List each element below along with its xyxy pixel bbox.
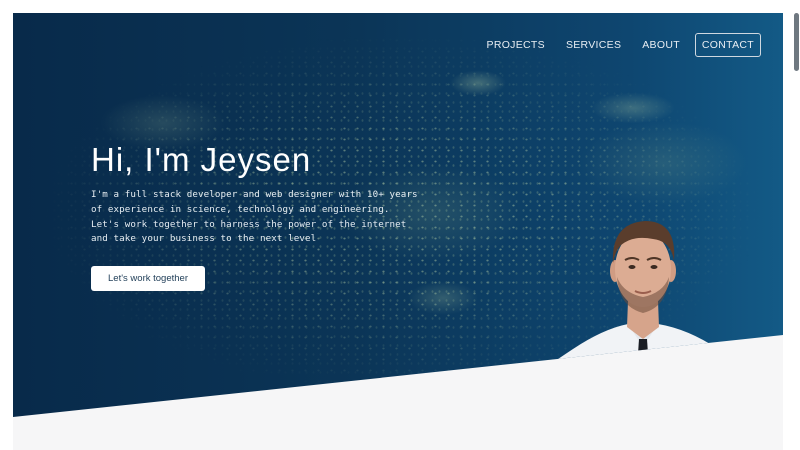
- profile-photo: [543, 221, 743, 369]
- nav-about[interactable]: ABOUT: [642, 39, 680, 51]
- nav-projects[interactable]: PROJECTS: [487, 39, 545, 51]
- nav-contact-button[interactable]: CONTACT: [694, 33, 761, 57]
- nav-services[interactable]: SERVICES: [566, 39, 621, 51]
- hero-heading: Hi, I'm Jeysen: [91, 141, 312, 178]
- page: PROJECTS SERVICES ABOUT CONTACT Hi, I'm …: [13, 13, 783, 450]
- page-scrollbar[interactable]: [794, 13, 799, 71]
- work-together-button[interactable]: Let's work together: [91, 266, 205, 291]
- hero-intro: I'm a full stack developer and web desig…: [91, 189, 418, 245]
- top-nav: PROJECTS SERVICES ABOUT CONTACT: [466, 33, 761, 57]
- hero-section: PROJECTS SERVICES ABOUT CONTACT Hi, I'm …: [13, 13, 783, 417]
